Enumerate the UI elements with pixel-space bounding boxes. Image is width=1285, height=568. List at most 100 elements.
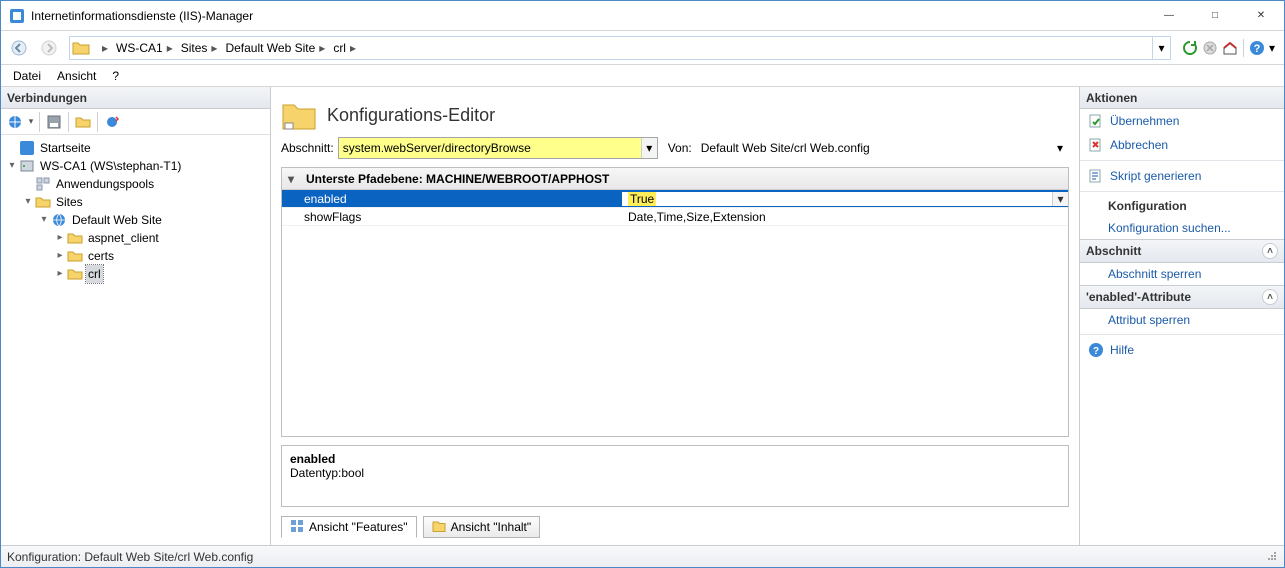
separator bbox=[68, 112, 69, 132]
breadcrumb-item[interactable]: crl▸ bbox=[329, 37, 360, 59]
status-text: Konfiguration: Default Web Site/crl Web.… bbox=[7, 550, 253, 564]
expander-icon[interactable]: ▸ bbox=[53, 265, 67, 283]
section-combo[interactable]: system.webServer/directoryBrowse ▾ bbox=[338, 137, 658, 159]
nav-tool-icons: ? ▾ bbox=[1177, 39, 1280, 57]
section-header-abschnitt[interactable]: Abschnitt ˄ bbox=[1080, 239, 1284, 263]
menu-help[interactable]: ? bbox=[104, 67, 127, 85]
breadcrumb-item[interactable]: WS-CA1▸ bbox=[112, 37, 177, 59]
expander-icon[interactable]: ▸ bbox=[53, 247, 67, 265]
connections-tree[interactable]: ▸ Startseite ▾ WS-CA1 (WS\stephan-T1) ▸ … bbox=[1, 135, 270, 545]
open-folder-icon[interactable] bbox=[73, 112, 93, 132]
property-grid: ▾ Unterste Pfadebene: MACHINE/WEBROOT/AP… bbox=[281, 167, 1069, 437]
prop-name: enabled bbox=[282, 192, 622, 206]
svg-text:?: ? bbox=[1254, 43, 1261, 55]
menu-bar: Datei Ansicht ? bbox=[1, 65, 1284, 87]
dropdown-arrow-icon[interactable]: ▾ bbox=[1052, 192, 1068, 206]
breadcrumb: ▸ WS-CA1▸ Sites▸ Default Web Site▸ crl▸ bbox=[94, 37, 360, 59]
action-help[interactable]: ? Hilfe bbox=[1080, 338, 1284, 362]
breadcrumb-dropdown[interactable]: ▾ bbox=[1152, 37, 1170, 59]
tree-server[interactable]: ▾ WS-CA1 (WS\stephan-T1) bbox=[3, 157, 268, 175]
prop-value: Date,Time,Size,Extension bbox=[622, 210, 1068, 224]
connections-panel: Verbindungen ▾ ▸ Startseite ▾ bbox=[1, 87, 271, 545]
from-combo[interactable]: Default Web Site/crl Web.config ▾ bbox=[696, 137, 1069, 159]
app-icon bbox=[9, 8, 25, 24]
prop-value-cell[interactable]: True ▾ bbox=[622, 192, 1068, 206]
nav-bar: ▸ WS-CA1▸ Sites▸ Default Web Site▸ crl▸ … bbox=[1, 31, 1284, 65]
section-value: system.webServer/directoryBrowse bbox=[343, 141, 653, 155]
from-value: Default Web Site/crl Web.config bbox=[701, 141, 1064, 155]
tree-aspnet-client[interactable]: ▸ aspnet_client bbox=[3, 229, 268, 247]
stop-icon[interactable] bbox=[1201, 39, 1219, 57]
connections-title: Verbindungen bbox=[1, 87, 270, 109]
iis-icon bbox=[19, 140, 35, 156]
breadcrumb-sep-root[interactable]: ▸ bbox=[94, 37, 112, 59]
action-lock-section[interactable]: Abschnitt sperren bbox=[1080, 263, 1284, 285]
back-button[interactable] bbox=[5, 35, 33, 61]
dropdown-arrow-icon[interactable]: ▾ bbox=[1268, 39, 1276, 57]
group-header-text: Unterste Pfadebene: MACHINE/WEBROOT/APPH… bbox=[306, 172, 609, 186]
config-editor-icon bbox=[281, 97, 317, 133]
save-icon[interactable] bbox=[44, 112, 64, 132]
page-header: Konfigurations-Editor bbox=[281, 97, 1069, 133]
grid-row-enabled[interactable]: enabled True ▾ bbox=[282, 190, 1068, 208]
breadcrumb-bar[interactable]: ▸ WS-CA1▸ Sites▸ Default Web Site▸ crl▸ … bbox=[69, 36, 1171, 60]
collapse-icon[interactable]: ˄ bbox=[1262, 243, 1278, 259]
breadcrumb-item[interactable]: Sites▸ bbox=[177, 37, 222, 59]
refresh-connection-icon[interactable] bbox=[102, 112, 122, 132]
tree-startpage[interactable]: ▸ Startseite bbox=[3, 139, 268, 157]
forward-button[interactable] bbox=[35, 35, 63, 61]
tree-sites[interactable]: ▾ Sites bbox=[3, 193, 268, 211]
minimize-button[interactable]: ― bbox=[1146, 1, 1192, 30]
from-label: Von: bbox=[668, 141, 692, 155]
dropdown-arrow-icon[interactable]: ▾ bbox=[27, 112, 35, 132]
tree-crl[interactable]: ▸ crl bbox=[3, 265, 268, 283]
dropdown-arrow-icon[interactable]: ▾ bbox=[1052, 138, 1068, 158]
action-apply[interactable]: Übernehmen bbox=[1080, 109, 1284, 133]
action-config-search[interactable]: Konfiguration suchen... bbox=[1080, 217, 1284, 239]
chevron-down-icon[interactable]: ▾ bbox=[288, 172, 300, 186]
tab-content[interactable]: Ansicht "Inhalt" bbox=[423, 516, 541, 538]
expander-icon[interactable]: ▾ bbox=[5, 157, 19, 175]
action-cancel[interactable]: Abbrechen bbox=[1080, 133, 1284, 157]
apply-icon bbox=[1088, 113, 1104, 129]
tab-features[interactable]: Ansicht "Features" bbox=[281, 516, 417, 538]
detail-box: enabled Datentyp:bool bbox=[281, 445, 1069, 507]
refresh-icon[interactable] bbox=[1181, 39, 1199, 57]
separator bbox=[1243, 39, 1244, 57]
grid-group-header[interactable]: ▾ Unterste Pfadebene: MACHINE/WEBROOT/AP… bbox=[282, 168, 1068, 190]
divider bbox=[1080, 191, 1284, 192]
help-icon: ? bbox=[1088, 342, 1104, 358]
tree-apppools[interactable]: ▸ Anwendungspools bbox=[3, 175, 268, 193]
expander-icon[interactable]: ▾ bbox=[21, 193, 35, 211]
expander-icon[interactable]: ▸ bbox=[53, 229, 67, 247]
breadcrumb-item[interactable]: Default Web Site▸ bbox=[221, 37, 329, 59]
maximize-button[interactable]: □ bbox=[1192, 1, 1238, 30]
home-icon[interactable] bbox=[1221, 39, 1239, 57]
action-generate-script[interactable]: Skript generieren bbox=[1080, 164, 1284, 188]
content-panel: Konfigurations-Editor Abschnitt: system.… bbox=[271, 87, 1079, 545]
collapse-icon[interactable]: ˄ bbox=[1262, 289, 1278, 305]
section-label: Abschnitt: bbox=[281, 141, 334, 155]
help-icon[interactable]: ? bbox=[1248, 39, 1266, 57]
folder-icon bbox=[67, 266, 83, 282]
grid-body: enabled True ▾ showFlags Date,Time,Size,… bbox=[282, 190, 1068, 436]
grid-row-showflags[interactable]: showFlags Date,Time,Size,Extension bbox=[282, 208, 1068, 226]
folder-icon bbox=[67, 248, 83, 264]
dropdown-arrow-icon[interactable]: ▾ bbox=[641, 138, 657, 158]
title-bar: Internetinformationsdienste (IIS)-Manage… bbox=[1, 1, 1284, 31]
tree-default-site[interactable]: ▾ Default Web Site bbox=[3, 211, 268, 229]
action-lock-attribute[interactable]: Attribut sperren bbox=[1080, 309, 1284, 331]
content-icon bbox=[432, 519, 446, 536]
svg-text:?: ? bbox=[1093, 346, 1099, 357]
connect-icon[interactable] bbox=[5, 112, 25, 132]
menu-view[interactable]: Ansicht bbox=[49, 67, 104, 85]
close-button[interactable]: ✕ bbox=[1238, 1, 1284, 30]
body: Verbindungen ▾ ▸ Startseite ▾ bbox=[1, 87, 1284, 545]
expander-icon[interactable]: ▾ bbox=[37, 211, 51, 229]
folder-icon bbox=[67, 230, 83, 246]
tree-certs[interactable]: ▸ certs bbox=[3, 247, 268, 265]
divider bbox=[1080, 160, 1284, 161]
menu-file[interactable]: Datei bbox=[5, 67, 49, 85]
section-header-attribute[interactable]: 'enabled'-Attribute ˄ bbox=[1080, 285, 1284, 309]
apppools-icon bbox=[35, 176, 51, 192]
